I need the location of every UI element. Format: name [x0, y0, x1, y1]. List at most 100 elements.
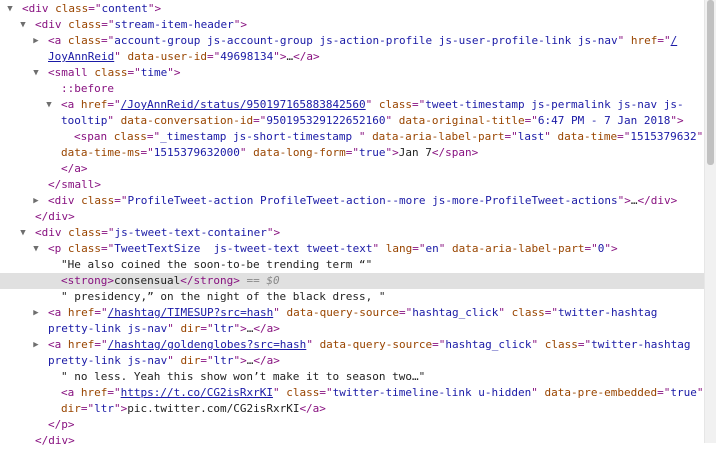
text-node: pic.twitter.com/CG2isRxrKI — [127, 402, 300, 415]
tag-token: </p> — [48, 418, 75, 431]
collapse-triangle-icon[interactable]: ▶ — [31, 33, 41, 49]
dom-node-selected[interactable]: <strong>consensual</strong> == $0 — [0, 273, 704, 289]
tag-token: </div> — [637, 194, 678, 207]
dom-node-markup: <a href="/hashtag/goldenglobes?src=hash"… — [48, 337, 690, 353]
tag-token: " — [531, 386, 545, 399]
dom-node[interactable]: </small> — [0, 177, 704, 193]
expand-triangle-icon[interactable]: ▼ — [31, 241, 41, 257]
dom-node[interactable]: dir="ltr">pic.twitter.com/CG2isRxrKI</a> — [0, 401, 704, 417]
expand-triangle-icon[interactable]: ▼ — [5, 1, 15, 17]
dom-node[interactable]: </p> — [0, 417, 704, 433]
dom-node[interactable]: ▶ <a class="account-group js-account-grou… — [0, 33, 704, 49]
tag-token: =" — [101, 18, 115, 31]
dom-node[interactable]: tooltip" data-conversation-id="950195329… — [0, 113, 704, 129]
dom-node[interactable]: ▶ <a href="/hashtag/TIMESUP?src=hash" dat… — [0, 305, 704, 321]
attribute-value: ltr — [213, 322, 234, 335]
attribute-name: class — [68, 226, 102, 239]
tag-token: =" — [101, 34, 115, 47]
dom-node[interactable]: " no less. Yeah this show won’t make it … — [0, 369, 704, 385]
dom-node[interactable]: ::before — [0, 81, 704, 97]
tag-token: "> — [233, 18, 247, 31]
tag-token: =" — [319, 386, 333, 399]
tag-token: <p — [48, 242, 68, 255]
dom-node[interactable]: pretty-link js-nav" dir="ltr">…</a> — [0, 353, 704, 369]
tag-token: " — [107, 114, 121, 127]
collapse-triangle-icon[interactable]: ▶ — [31, 305, 41, 321]
attribute-name: href — [67, 306, 95, 319]
dom-node[interactable]: ▼ <p class="TweetTextSize js-tweet-text t… — [0, 241, 704, 257]
attribute-value: twitter-timeline-link u-hidden — [332, 386, 532, 399]
tag-token: </a> — [61, 162, 88, 175]
dom-node[interactable]: " presidency,” on the night of the black… — [0, 289, 704, 305]
elements-dom-tree[interactable]: ▼ <div class="content"> ▼ <div class="strea… — [0, 0, 704, 447]
dom-node[interactable]: data-time-ms="1515379632000" data-long-f… — [0, 145, 704, 161]
tag-token: </strong> — [180, 274, 240, 287]
attribute-value: hashtag_click — [445, 338, 532, 351]
dom-node[interactable]: ▼ <a href="/JoyAnnReid/status/95019716588… — [0, 97, 704, 113]
dom-node[interactable]: ▼ <div class="stream-item-header"> — [0, 17, 704, 33]
tag-token: =" — [253, 114, 267, 127]
tag-token: <strong> — [61, 274, 114, 287]
collapse-triangle-icon[interactable]: ▶ — [31, 337, 41, 353]
attribute-name: href — [80, 386, 108, 399]
tag-token: =" — [146, 130, 161, 143]
tag-token: =" — [94, 306, 108, 319]
tag-token: "> — [233, 354, 247, 367]
attribute-link[interactable]: https://t.co/CG2isRxrKI — [121, 386, 273, 399]
dom-node[interactable]: ▼ <small class="time"> — [0, 65, 704, 81]
dom-node[interactable]: pretty-link js-nav" dir="ltr">…</a> — [0, 321, 704, 337]
dom-node[interactable]: ▶ <div class="ProfileTweet-action Profile… — [0, 193, 704, 209]
expand-triangle-icon[interactable]: ▼ — [18, 225, 28, 241]
dom-node[interactable]: ▼ <div class="content"> — [0, 1, 704, 17]
tag-token: " — [372, 242, 386, 255]
dom-node-markup: <a href="/hashtag/TIMESUP?src=hash" data… — [48, 305, 657, 321]
dom-node[interactable]: <span class="_timestamp js-short-timesta… — [0, 129, 704, 145]
attribute-value: twitter-hashtag — [591, 338, 691, 351]
tag-token: =" — [544, 306, 559, 319]
attribute-link[interactable]: /hashtag/goldenglobes?src=hash — [108, 338, 307, 351]
attribute-link[interactable]: / — [671, 34, 678, 47]
tag-token: </a> — [299, 402, 326, 415]
tag-token: " — [306, 338, 320, 351]
attribute-name: class — [55, 2, 89, 15]
expand-triangle-icon[interactable]: ▼ — [44, 97, 54, 113]
tag-token: =" — [200, 322, 214, 335]
attribute-link[interactable]: JoyAnnReid — [48, 50, 114, 63]
tag-token: "> — [266, 226, 281, 239]
attribute-value: twitter-hashtag — [558, 306, 658, 319]
dom-node-markup: <div class="content"> — [22, 1, 161, 17]
attribute-value: account-group js-account-group js-action… — [114, 34, 618, 47]
tag-token: <small — [48, 66, 95, 79]
attribute-name: data-time-ms — [61, 146, 141, 159]
dom-node[interactable]: </a> — [0, 161, 704, 177]
attribute-link[interactable]: /JoyAnnReid/status/950197165883842560 — [121, 98, 366, 111]
tag-token: </div> — [35, 210, 75, 223]
attribute-name: data-pre-embedded — [544, 386, 658, 399]
expand-triangle-icon[interactable]: ▼ — [18, 17, 28, 33]
tag-token: " — [438, 242, 453, 255]
attribute-name: href — [630, 34, 658, 47]
attribute-name: class — [67, 34, 101, 47]
attribute-value: content — [101, 2, 148, 15]
dom-node-markup: </small> — [48, 177, 101, 193]
scrollbar-thumb[interactable] — [707, 0, 714, 165]
tag-token: <a — [61, 386, 81, 399]
dom-node[interactable]: ▼ <div class="js-tweet-text-container"> — [0, 225, 704, 241]
dom-node[interactable]: ▶ <a href="/hashtag/goldenglobes?src=hash… — [0, 337, 704, 353]
attribute-name: dir — [180, 322, 201, 335]
collapse-triangle-icon[interactable]: ▶ — [31, 193, 41, 209]
attribute-value: ltr — [213, 354, 234, 367]
attribute-name: data-aria-label-part — [452, 242, 585, 255]
dom-node[interactable]: "He also coined the soon-to-be trending … — [0, 257, 704, 273]
tag-token: =" — [617, 130, 631, 143]
attribute-link[interactable]: /hashtag/TIMESUP?src=hash — [108, 306, 274, 319]
dom-node[interactable]: </div> — [0, 433, 704, 449]
attribute-value: 6:47 PM - 7 Jan 2018 — [537, 114, 671, 127]
dom-node-markup: pretty-link js-nav" dir="ltr">…</a> — [48, 321, 280, 337]
dom-node[interactable]: </div> — [0, 209, 704, 225]
dom-node[interactable]: <a href="https://t.co/CG2isRxrKI" class=… — [0, 385, 704, 401]
vertical-scrollbar[interactable] — [704, 0, 716, 443]
dom-node-markup: tooltip" data-conversation-id="950195329… — [61, 113, 684, 129]
expand-triangle-icon[interactable]: ▼ — [31, 65, 41, 81]
dom-node[interactable]: JoyAnnReid" data-user-id="49698134">…</a… — [0, 49, 704, 65]
